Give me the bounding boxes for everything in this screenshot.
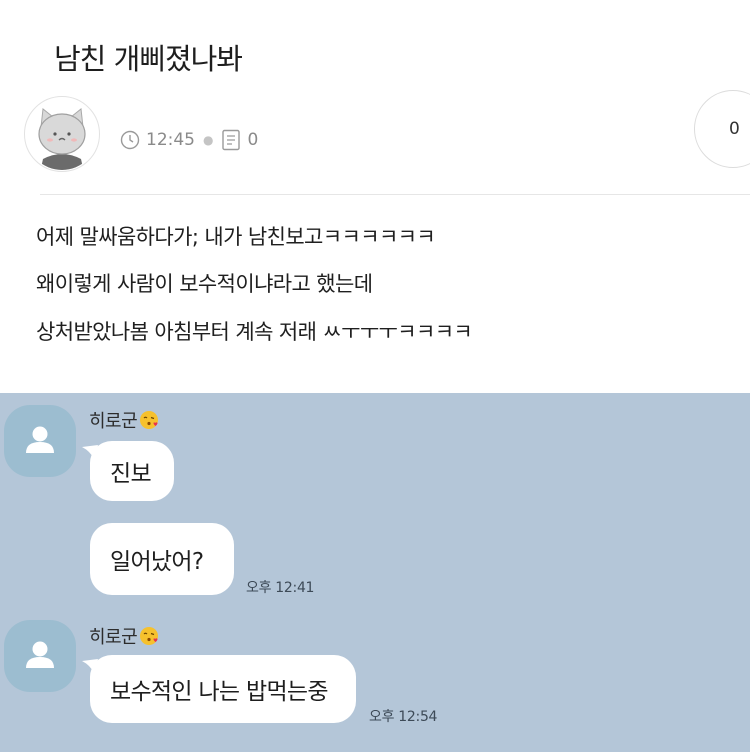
divider: [40, 194, 750, 195]
message-text: 일어났어?: [110, 549, 204, 575]
sender-name-text: 히로군: [89, 627, 138, 648]
sender-name: 히로군: [89, 623, 160, 649]
comment-icon: [222, 129, 241, 151]
message-bubble[interactable]: 일어났어?: [90, 523, 234, 595]
post-body-line: 상처받았나봄 아침부터 계속 저래 ㅆㅜㅜㅜㅋㅋㅋㅋ: [36, 320, 473, 344]
message-bubble[interactable]: 보수적인 나는 밥먹는중: [90, 655, 356, 723]
sender-name-text: 히로군: [89, 411, 138, 432]
post-view: 남친 개삐졌나봐 12:45 ● 0 0 어제 말싸움하다가; 내가 남친보고ㅋ…: [0, 0, 750, 393]
bubble-tail: [82, 445, 98, 459]
comment-count: 0: [247, 130, 259, 150]
sender-name: 히로군: [89, 407, 160, 433]
sender-avatar[interactable]: [4, 620, 76, 692]
message-text: 진보: [110, 461, 152, 487]
message-time: 오후 12:41: [246, 580, 315, 596]
post-title: 남친 개삐졌나봐: [54, 42, 243, 76]
chat-screenshot: 히로군 진보 일어났어? 오후 12:41 히로군 보수적인 나는 밥먹는중 오…: [0, 393, 750, 752]
meta-separator: ●: [203, 133, 214, 147]
message-bubble[interactable]: 진보: [90, 441, 174, 501]
like-button[interactable]: 0: [694, 90, 750, 168]
blowing-kiss-emoji-icon: [140, 627, 159, 645]
bubble-tail: [82, 659, 98, 673]
person-icon: [26, 641, 54, 668]
post-time: 12:45: [146, 130, 195, 150]
clock-icon: [120, 130, 140, 150]
blowing-kiss-emoji-icon: [140, 411, 159, 429]
message-time: 오후 12:54: [369, 709, 438, 725]
cat-avatar-icon: [26, 98, 98, 170]
post-body-line: 어제 말싸움하다가; 내가 남친보고ㅋㅋㅋㅋㅋㅋ: [36, 225, 436, 249]
post-meta: 12:45 ● 0: [120, 128, 258, 152]
like-count: 0: [729, 119, 740, 139]
sender-avatar[interactable]: [4, 405, 76, 477]
post-body-line: 왜이렇게 사람이 보수적이냐라고 했는데: [36, 272, 373, 296]
author-avatar[interactable]: [24, 96, 100, 172]
message-text: 보수적인 나는 밥먹는중: [110, 679, 329, 705]
person-icon: [26, 426, 54, 453]
